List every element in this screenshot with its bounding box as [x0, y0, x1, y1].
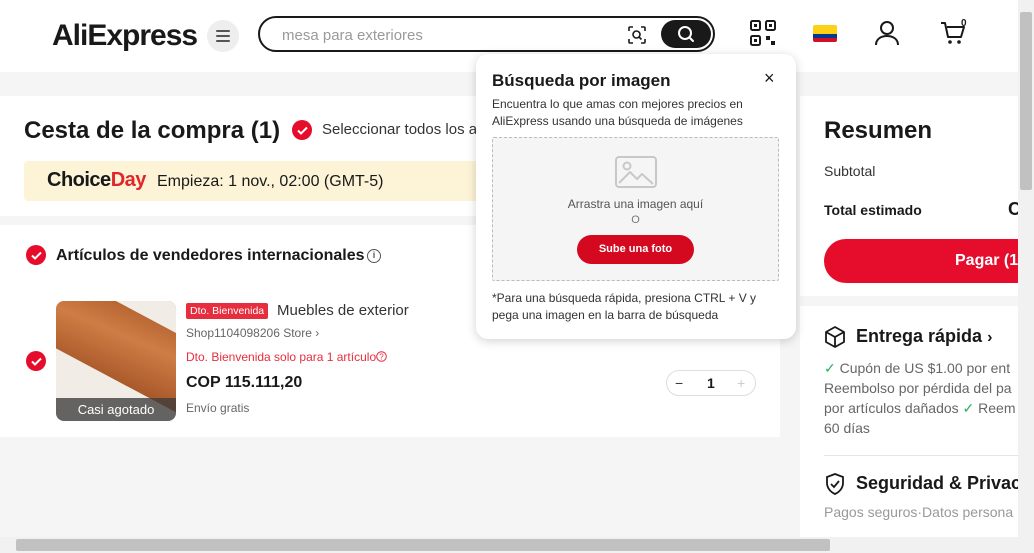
package-icon [825, 326, 845, 348]
aliexpress-logo[interactable]: AliExpress [52, 19, 198, 53]
welcome-discount-badge: Dto. Bienvenida [186, 303, 269, 319]
image-search-popup: Búsqueda por imagen × Encuentra lo que a… [476, 54, 796, 339]
shield-icon [826, 473, 844, 495]
fast-delivery-title[interactable]: Entrega rápida › [856, 326, 992, 347]
search-bar [258, 16, 715, 52]
security-title: Seguridad & Privac [856, 473, 1022, 493]
or-label: O [631, 214, 640, 226]
qty-value[interactable]: 1 [707, 375, 715, 391]
svg-text:?: ? [379, 352, 384, 361]
search-input[interactable] [282, 25, 612, 45]
low-stock-label: Casi agotado [56, 398, 176, 421]
checkmark-icon [30, 251, 42, 260]
choice-day-banner: ChoiceDay Empieza: 1 nov., 02:00 (GMT-5) [24, 161, 484, 201]
fast-delivery-details: ✓ Cupón de US $1.00 por ent Reembolso po… [824, 360, 1016, 436]
info-icon[interactable]: i [367, 249, 381, 263]
close-icon[interactable]: × [764, 68, 775, 89]
popup-description: Encuentra lo que amas con mejores precio… [492, 97, 743, 128]
page-title: Cesta de la compra (1) [24, 117, 281, 144]
qty-minus-button[interactable]: − [675, 375, 683, 391]
security-subtitle: Pagos seguros·Datos persona [824, 504, 1014, 520]
select-all-label[interactable]: Seleccionar todos los ar [322, 121, 482, 138]
section-checkbox[interactable] [26, 245, 46, 265]
image-search-icon[interactable] [627, 25, 647, 45]
choice-day-logo: ChoiceDay [47, 169, 146, 191]
divider [824, 455, 1018, 456]
section-title: Artículos de vendedores internacionales [56, 247, 365, 264]
subtotal-label: Subtotal [824, 163, 876, 179]
vertical-scroll-thumb[interactable] [1020, 12, 1032, 190]
vertical-scrollbar[interactable] [1018, 0, 1034, 537]
checkmark-icon [296, 126, 308, 135]
product-price: COP 115.111,20 [186, 374, 303, 391]
menu-button[interactable] [207, 20, 239, 52]
quantity-stepper: − 1 + [666, 370, 756, 396]
promo-note: Dto. Bienvenida solo para 1 artículo? [186, 350, 387, 364]
hamburger-icon [216, 30, 230, 42]
product-image[interactable]: Casi agotado [56, 301, 176, 421]
product-title[interactable]: Muebles de exterior [277, 302, 409, 319]
qr-code-icon[interactable] [750, 20, 776, 46]
estimated-total-label: Total estimado [824, 202, 922, 218]
item-checkbox[interactable] [26, 351, 46, 371]
summary-title: Resumen [824, 117, 933, 144]
colombia-flag-icon[interactable] [813, 25, 837, 42]
select-all-checkbox[interactable] [292, 120, 312, 140]
popup-title: Búsqueda por imagen [492, 71, 671, 90]
cart-count-badge: 0 [961, 18, 967, 29]
drop-text: Arrastra una imagen aquí [567, 197, 704, 211]
question-icon[interactable]: ? [376, 351, 387, 362]
search-icon [678, 26, 694, 42]
shipping-info: Envío gratis [186, 401, 250, 415]
horizontal-scrollbar[interactable] [0, 537, 1034, 553]
upload-photo-button[interactable]: Sube una foto [577, 235, 694, 264]
qty-plus-button[interactable]: + [737, 375, 745, 391]
horizontal-scroll-thumb[interactable] [16, 539, 830, 551]
checkmark-icon [30, 357, 42, 366]
user-account-icon[interactable] [874, 20, 900, 46]
pay-button[interactable]: Pagar (1 [824, 239, 1034, 283]
store-link[interactable]: Shop1104098206 Store › [186, 326, 319, 340]
search-button[interactable] [661, 20, 711, 48]
paste-hint: *Para una búsqueda rápida, presiona CTRL… [492, 291, 757, 322]
image-placeholder-icon [615, 156, 657, 188]
image-dropzone[interactable]: Arrastra una imagen aquí O Sube una foto [492, 137, 779, 281]
choice-day-start-text: Empieza: 1 nov., 02:00 (GMT-5) [157, 173, 384, 190]
